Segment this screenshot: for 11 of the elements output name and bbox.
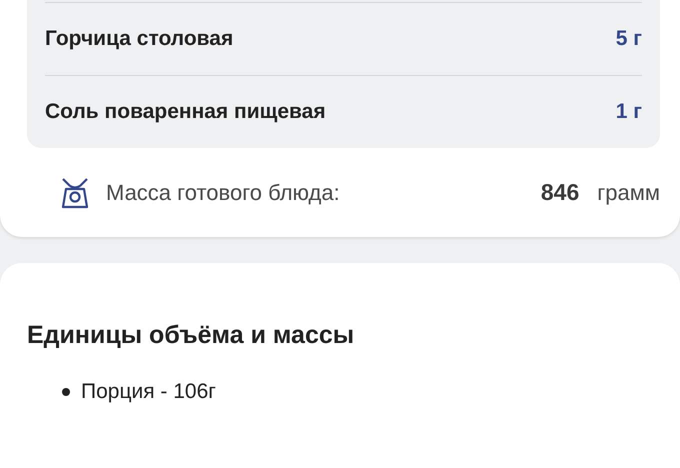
ingredient-name: Соль поваренная пищевая [45, 100, 326, 124]
ingredient-amount: 1 г [616, 100, 642, 124]
ingredient-name: Горчица столовая [45, 27, 234, 51]
section-title: Единицы объёма и массы [27, 321, 356, 350]
total-weight-label: Масса готового блюда: [106, 180, 341, 206]
ingredient-amount: 5 г [616, 27, 642, 51]
weight-unit: грамм [597, 180, 660, 206]
list-item: Порция - 106г [81, 380, 216, 404]
bullet-icon [62, 388, 70, 396]
total-weight-value: 846 [540, 179, 580, 206]
scale-icon [60, 176, 90, 208]
